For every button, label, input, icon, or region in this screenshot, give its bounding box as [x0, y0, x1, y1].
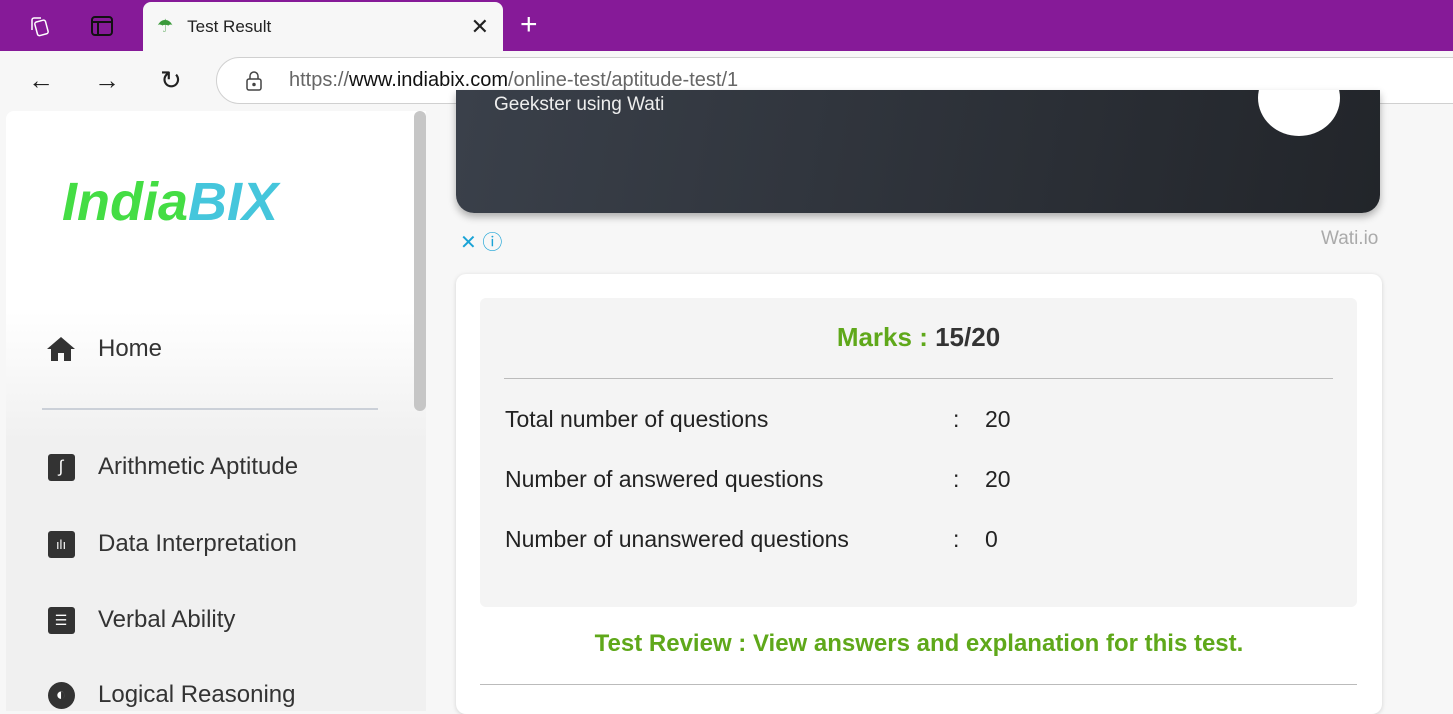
- close-tab-icon[interactable]: ✕: [471, 14, 489, 40]
- home-icon: [46, 335, 76, 363]
- new-tab-icon[interactable]: +: [520, 8, 538, 42]
- integral-icon: ∫: [46, 453, 76, 481]
- ad-button[interactable]: [1258, 90, 1340, 136]
- sidebar-item-data-interpretation[interactable]: ılı Data Interpretation: [46, 530, 297, 558]
- divider: [480, 684, 1357, 685]
- url-host: www.indiabix.com: [349, 69, 508, 91]
- result-summary: Marks : 15/20 Total number of questions:…: [480, 298, 1357, 607]
- sidebar-item-arithmetic-aptitude[interactable]: ∫ Arithmetic Aptitude: [46, 453, 298, 481]
- sidebar-scrollbar[interactable]: [414, 111, 426, 411]
- tab-bar: ☂ Test Result ✕ +: [0, 0, 1453, 51]
- checklist-icon: ☰: [46, 606, 76, 634]
- stat-row: Total number of questions:20: [505, 406, 1011, 432]
- forward-icon[interactable]: →: [94, 65, 120, 96]
- stat-row: Number of unanswered questions:0: [505, 526, 998, 552]
- divider: [504, 378, 1333, 379]
- bar-chart-icon: ılı: [46, 530, 76, 558]
- marks: Marks : 15/20: [836, 322, 1001, 352]
- sidebar-item-home[interactable]: Home: [46, 335, 162, 363]
- stat-row: Number of answered questions:20: [505, 466, 1011, 492]
- advertisement-banner[interactable]: Geekster using Wati: [456, 90, 1380, 213]
- back-icon[interactable]: ←: [28, 65, 54, 96]
- logic-icon: ◐: [46, 681, 76, 709]
- tab-title: Test Result: [187, 16, 272, 36]
- sidebar: IndiaBIX Home ∫ Arithmetic Aptitude ılı Da…: [6, 111, 426, 711]
- test-review-link[interactable]: Test Review : View answers and explanati…: [456, 630, 1382, 658]
- workspaces-icon[interactable]: [26, 13, 52, 39]
- tab-test-result[interactable]: ☂ Test Result ✕: [143, 2, 503, 51]
- tab-actions-icon[interactable]: [89, 13, 115, 39]
- result-card: Marks : 15/20 Total number of questions:…: [456, 274, 1382, 714]
- umbrella-favicon-icon: ☂: [157, 16, 174, 36]
- url-scheme: https://: [289, 69, 350, 91]
- ad-source[interactable]: Wati.io: [1321, 228, 1378, 250]
- ad-text: Geekster using Wati: [494, 94, 665, 115]
- url-path: /online-test/aptitude-test/1: [507, 69, 739, 91]
- lock-icon: [246, 71, 262, 91]
- sidebar-divider: [42, 408, 378, 410]
- indiabix-logo[interactable]: IndiaBIX: [62, 171, 278, 233]
- refresh-icon[interactable]: ↻: [160, 65, 182, 96]
- sidebar-item-logical-reasoning[interactable]: ◐ Logical Reasoning: [46, 681, 295, 709]
- ad-close-info-icon[interactable]: ✕ ⓘ: [460, 226, 502, 255]
- sidebar-item-verbal-ability[interactable]: ☰ Verbal Ability: [46, 606, 235, 634]
